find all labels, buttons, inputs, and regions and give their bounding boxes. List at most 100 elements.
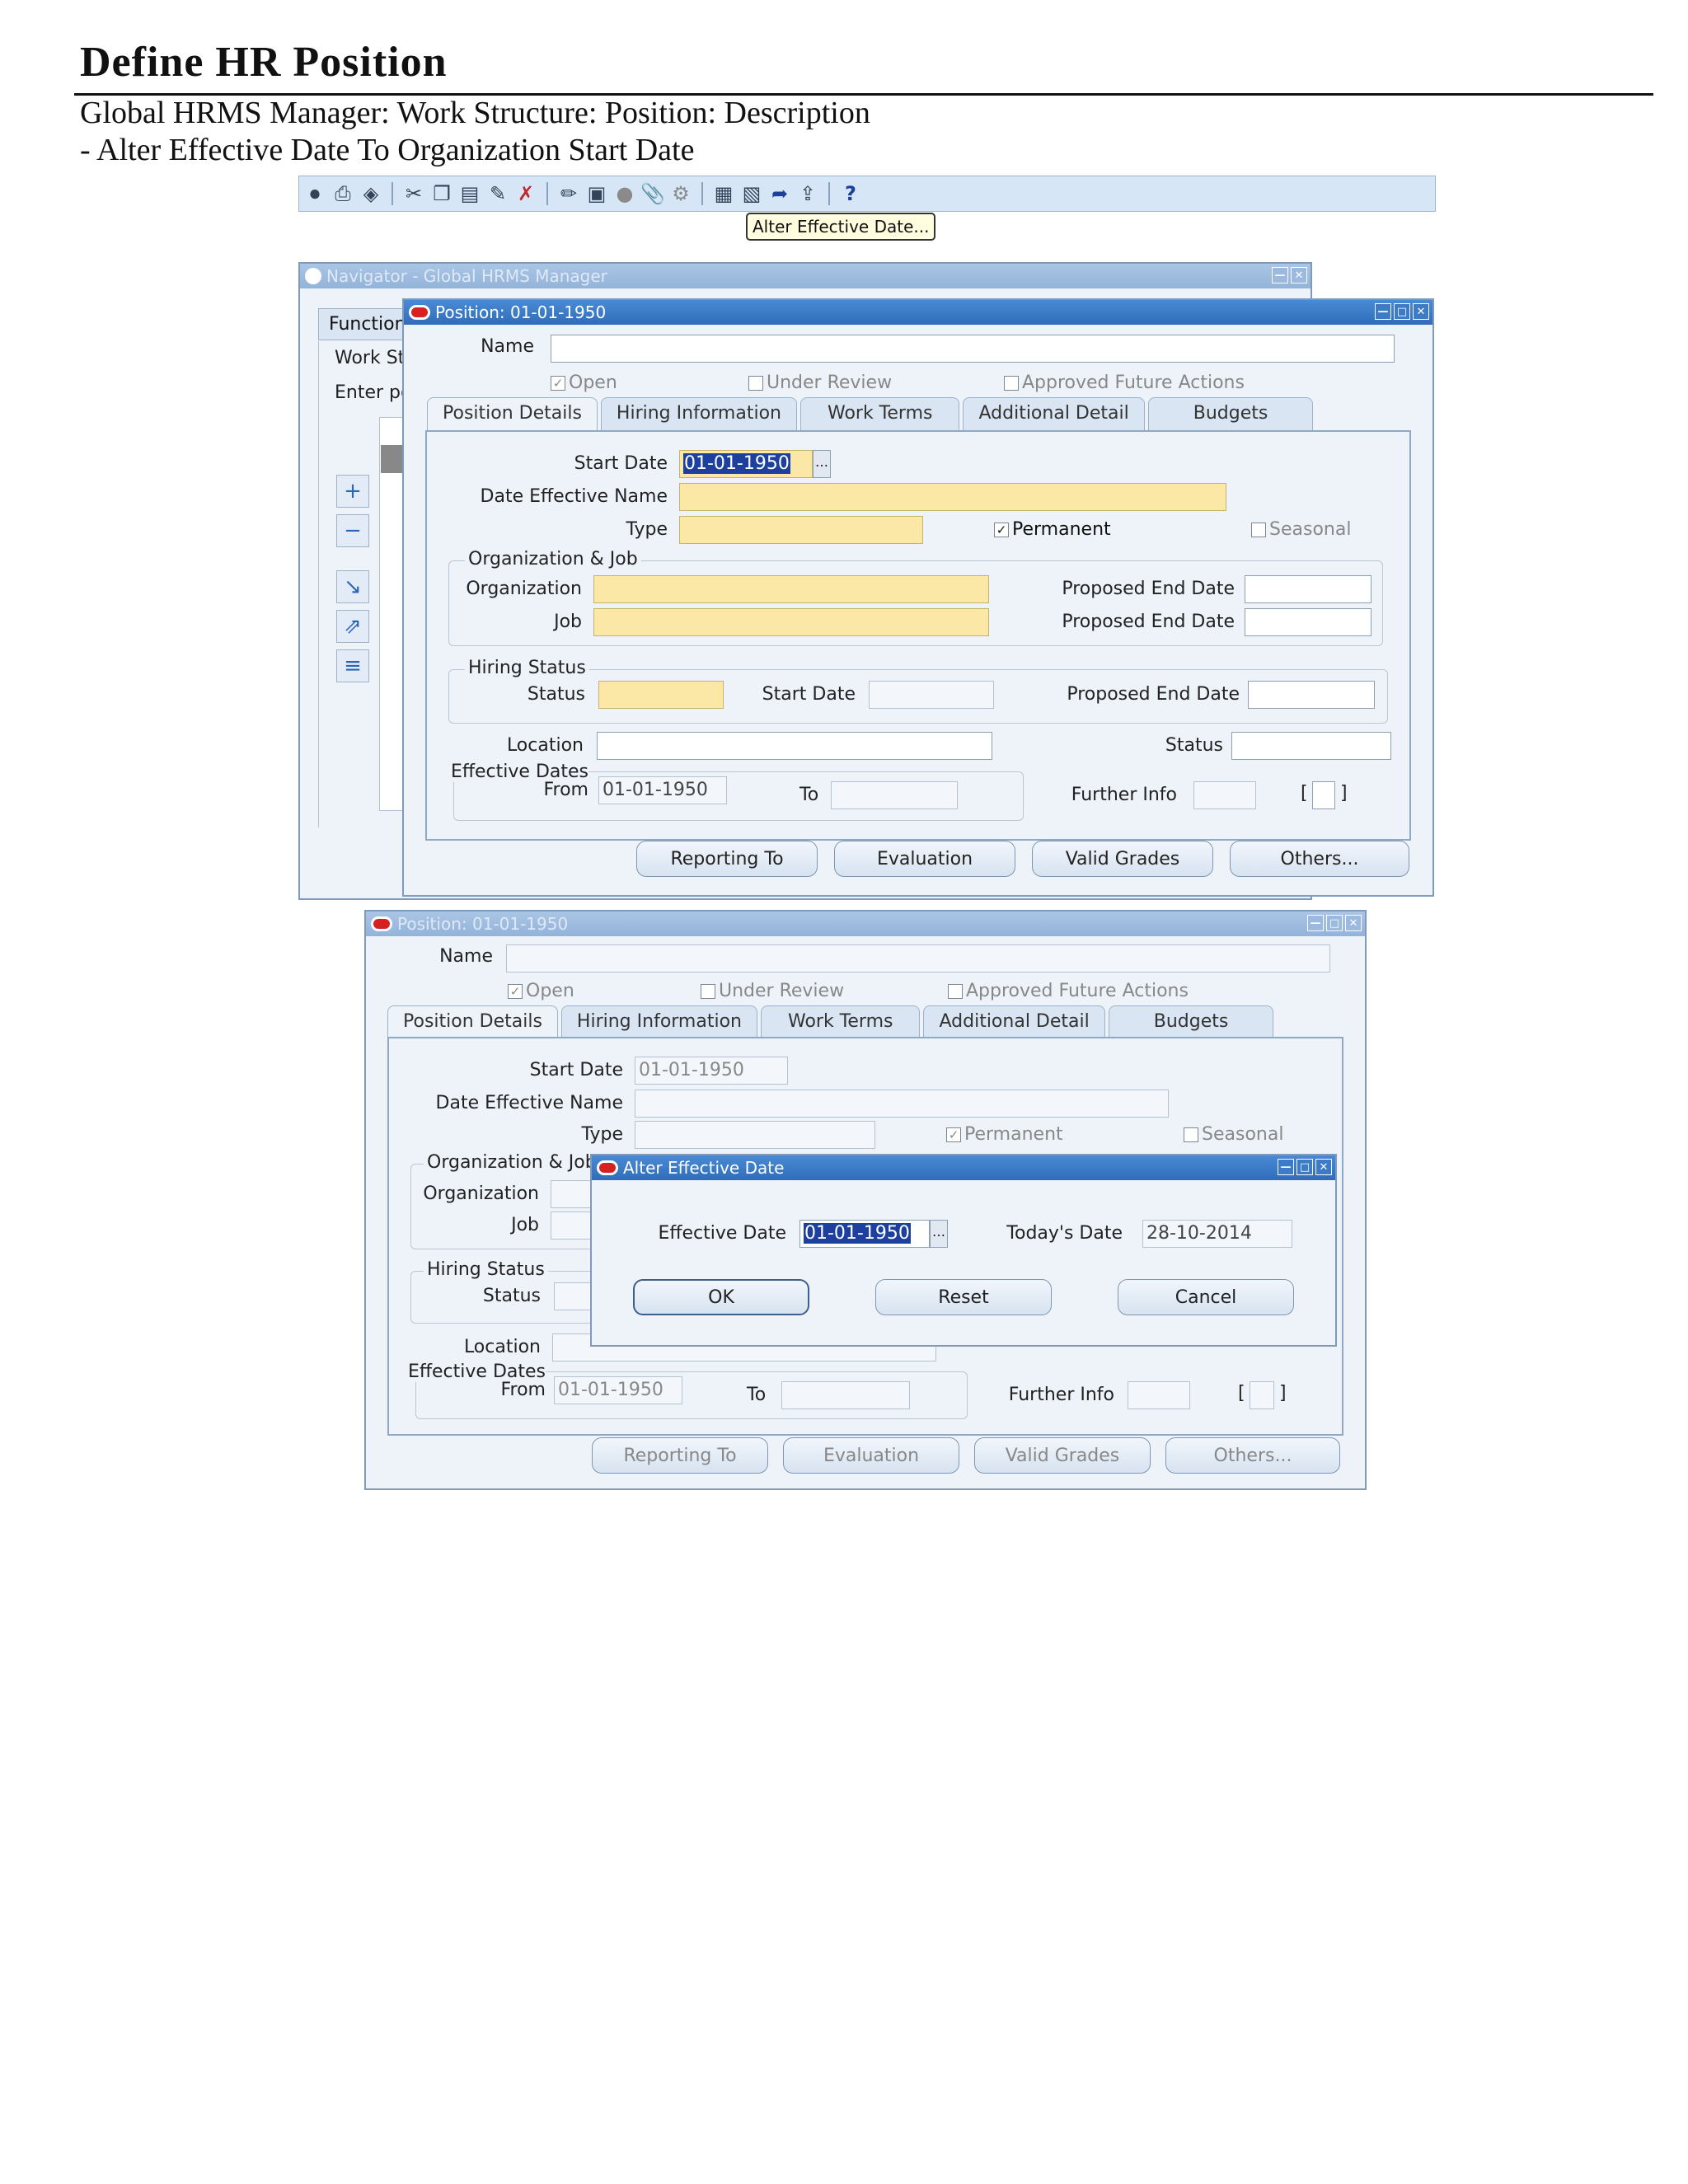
next-step-icon[interactable]: ➦ xyxy=(766,180,794,208)
permanent-label: Permanent xyxy=(1012,519,1111,540)
hiring-status-field[interactable] xyxy=(598,681,724,709)
position-window: Position: 01-01-1950 — □ ✕ Name ✓ Open Unde… xyxy=(402,298,1434,897)
close-icon[interactable]: ✕ xyxy=(1315,1159,1332,1175)
others-button[interactable]: Others... xyxy=(1230,841,1409,877)
zoom-icon[interactable]: ▣ xyxy=(583,180,611,208)
tab-budgets[interactable]: Budgets xyxy=(1147,397,1314,430)
tab-hiring-information[interactable]: Hiring Information xyxy=(560,1005,757,1038)
tab-position-details[interactable]: Position Details xyxy=(427,397,598,432)
collapse-all-icon[interactable]: ≡ xyxy=(336,649,369,682)
organization-proposed-end-date-field[interactable] xyxy=(1245,575,1372,603)
edit-field-icon[interactable]: ✏ xyxy=(555,180,583,208)
toolbar: ⏺ ⎙ ◈ ✂ ❐ ▤ ✎ ✗ ✏ ▣ ● 📎 ⚙ ▦ ▧ ➦ ⇪ ? xyxy=(298,176,1436,212)
permanent-label: Permanent xyxy=(964,1124,1063,1145)
checkbox-box: ✓ xyxy=(551,375,565,391)
maximize-icon[interactable]: □ xyxy=(1326,915,1343,931)
alter-effective-date-icon[interactable]: ▧ xyxy=(738,180,766,208)
position-details-panel: Start Date 01-01-1950 … Date Effective N… xyxy=(425,430,1411,841)
navigator-list[interactable] xyxy=(379,417,404,811)
effective-date-field[interactable]: 01-01-1950 xyxy=(799,1220,930,1248)
start-date-field: 01-01-1950 xyxy=(635,1057,788,1085)
start-date-field[interactable]: 01-01-1950 xyxy=(679,450,813,478)
minimize-icon[interactable]: — xyxy=(1375,303,1391,320)
permanent-checkbox[interactable]: ✓ Permanent xyxy=(994,519,1111,540)
seasonal-checkbox: Seasonal xyxy=(1184,1124,1283,1145)
tab-budgets[interactable]: Budgets xyxy=(1108,1005,1274,1038)
cut-icon[interactable]: ✂ xyxy=(400,180,428,208)
date-effective-name-field[interactable] xyxy=(679,483,1226,511)
new-record-icon[interactable]: ✎ xyxy=(484,180,512,208)
open-checkbox[interactable]: ✓ Open xyxy=(551,373,617,393)
under-review-checkbox[interactable]: Under Review xyxy=(748,373,892,393)
seasonal-label: Seasonal xyxy=(1202,1124,1284,1145)
location-status-field[interactable] xyxy=(1231,732,1391,760)
expand-branch-icon[interactable]: ↘ xyxy=(336,570,369,603)
navigator-text: Work St xyxy=(335,348,406,368)
print-icon[interactable]: ⎙ xyxy=(329,180,357,208)
date-picker-icon[interactable]: … xyxy=(813,450,831,478)
close-icon[interactable]: ✕ xyxy=(1345,915,1362,931)
minimize-icon[interactable]: — xyxy=(1307,915,1324,931)
expand-all-icon[interactable]: ⇗ xyxy=(336,610,369,643)
evaluation-button[interactable]: Evaluation xyxy=(834,841,1015,877)
descriptive-flexfield[interactable] xyxy=(1312,781,1335,809)
checkbox-box xyxy=(948,983,963,999)
save-icon[interactable]: ⏺ xyxy=(301,180,329,208)
tab-hiring-information[interactable]: Hiring Information xyxy=(600,397,797,430)
location-field[interactable] xyxy=(597,732,992,760)
reset-button[interactable]: Reset xyxy=(875,1279,1052,1315)
minimize-icon[interactable]: — xyxy=(1278,1159,1294,1175)
minimize-icon[interactable]: — xyxy=(1272,267,1288,284)
close-icon[interactable]: ✕ xyxy=(1291,267,1307,284)
help-icon[interactable]: ? xyxy=(837,180,865,208)
maximize-icon[interactable]: □ xyxy=(1296,1159,1313,1175)
ok-button[interactable]: OK xyxy=(633,1279,809,1315)
bracket-close: ] xyxy=(1279,1383,1287,1404)
close-icon[interactable]: ✕ xyxy=(1413,303,1429,320)
effective-to-field xyxy=(781,1381,910,1409)
reporting-to-button[interactable]: Reporting To xyxy=(636,841,818,877)
to-label: To xyxy=(799,785,819,805)
effective-to-field xyxy=(831,781,958,809)
further-info-field xyxy=(1193,781,1256,809)
name-label: Name xyxy=(439,946,493,967)
navigator-titlebar: Navigator - Global HRMS Manager — ✕ xyxy=(300,264,1311,288)
further-info-field xyxy=(1128,1381,1190,1409)
switch-responsibility-icon[interactable]: ◈ xyxy=(357,180,385,208)
folder-tools-icon[interactable]: ⚙ xyxy=(667,180,695,208)
seasonal-checkbox[interactable]: Seasonal xyxy=(1251,519,1351,540)
effective-from-field: 01-01-1950 xyxy=(598,776,727,804)
copy-icon[interactable]: ❐ xyxy=(428,180,456,208)
cancel-button[interactable]: Cancel xyxy=(1118,1279,1294,1315)
valid-grades-button[interactable]: Valid Grades xyxy=(1032,841,1213,877)
calendar-icon[interactable]: ▦ xyxy=(710,180,738,208)
tab-position-details[interactable]: Position Details xyxy=(387,1005,558,1040)
collapse-icon[interactable]: − xyxy=(336,514,369,547)
attachments-icon[interactable]: 📎 xyxy=(639,180,667,208)
location-status-label: Status xyxy=(1165,735,1223,756)
export-icon[interactable]: ⇪ xyxy=(794,180,822,208)
further-info-label: Further Info xyxy=(1008,1385,1114,1405)
paste-icon[interactable]: ▤ xyxy=(456,180,484,208)
tab-additional-detail[interactable]: Additional Detail xyxy=(963,397,1145,430)
expand-icon[interactable]: + xyxy=(336,475,369,508)
name-field[interactable] xyxy=(551,335,1395,363)
to-label: To xyxy=(747,1385,767,1405)
page-title: Define HR Position xyxy=(80,39,448,86)
job-field[interactable] xyxy=(593,608,989,636)
delete-record-icon[interactable]: ✗ xyxy=(512,180,540,208)
effective-date-label: Effective Date xyxy=(658,1223,786,1244)
tab-additional-detail[interactable]: Additional Detail xyxy=(923,1005,1105,1038)
reporting-to-button: Reporting To xyxy=(592,1437,768,1474)
tab-work-terms[interactable]: Work Terms xyxy=(799,397,960,430)
organization-field[interactable] xyxy=(593,575,989,603)
job-proposed-end-date-field[interactable] xyxy=(1245,608,1372,636)
hiring-proposed-end-date-field[interactable] xyxy=(1248,681,1375,709)
translation-icon[interactable]: ● xyxy=(611,180,639,208)
approved-future-actions-checkbox[interactable]: Approved Future Actions xyxy=(1004,373,1245,393)
tab-work-terms[interactable]: Work Terms xyxy=(760,1005,921,1038)
tooltip: Alter Effective Date... xyxy=(746,213,936,241)
date-picker-icon[interactable]: … xyxy=(930,1220,948,1248)
maximize-icon[interactable]: □ xyxy=(1394,303,1410,320)
type-field[interactable] xyxy=(679,516,923,544)
